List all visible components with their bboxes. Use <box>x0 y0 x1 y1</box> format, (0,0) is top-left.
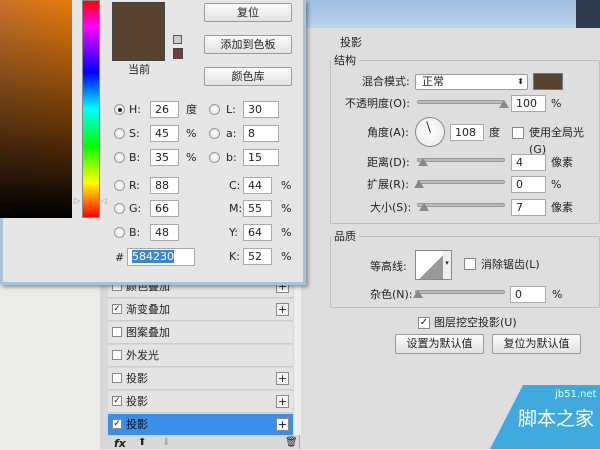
field-b[interactable]: 15 <box>243 149 279 166</box>
radio-Bv[interactable] <box>114 152 125 163</box>
add-effect-icon[interactable]: + <box>276 303 289 316</box>
field-G[interactable]: 66 <box>150 200 179 217</box>
distance-slider[interactable] <box>417 158 505 162</box>
radio-a[interactable] <box>209 128 220 139</box>
effect-item[interactable]: ✓ 投影 + <box>108 414 293 436</box>
distance-input[interactable]: 4 <box>511 154 546 171</box>
color-libraries-button[interactable]: 颜色库 <box>204 67 292 86</box>
opacity-slider-thumb[interactable] <box>499 100 509 108</box>
field-H[interactable]: 26 <box>150 101 179 118</box>
spread-slider-thumb[interactable] <box>414 180 424 188</box>
radio-H[interactable] <box>114 104 125 115</box>
effect-item[interactable]: 外发光 <box>108 345 293 367</box>
effect-checkbox[interactable] <box>112 373 122 383</box>
field-K[interactable]: 52 <box>243 248 272 265</box>
field-M[interactable]: 55 <box>243 200 272 217</box>
effect-checkbox[interactable] <box>112 327 122 337</box>
reset-button[interactable]: 复位 <box>204 3 292 22</box>
field-S[interactable]: 45 <box>150 125 179 142</box>
field-C[interactable]: 44 <box>243 177 272 194</box>
add-effect-icon[interactable]: + <box>276 395 289 408</box>
effect-checkbox[interactable] <box>112 350 122 360</box>
web-color-swatch[interactable] <box>173 48 183 59</box>
effect-checkbox[interactable]: ✓ <box>112 396 122 406</box>
title-bar <box>300 0 600 28</box>
size-input[interactable]: 7 <box>511 199 546 216</box>
effect-item[interactable]: 投影 + <box>108 368 293 390</box>
opacity-input[interactable]: 100 <box>511 95 546 112</box>
move-up-icon[interactable]: ⬆ <box>138 437 146 448</box>
blend-mode-select[interactable]: 正常 ⬍ <box>415 74 528 90</box>
angle-input[interactable]: 108 <box>450 124 484 141</box>
color-field[interactable] <box>0 0 72 218</box>
field-L[interactable]: 30 <box>243 101 279 118</box>
radio-b[interactable] <box>209 152 220 163</box>
add-effect-icon[interactable]: + <box>276 372 289 385</box>
fx-button[interactable]: fx <box>114 437 126 450</box>
contour-picker[interactable]: ▾ <box>415 250 452 280</box>
current-label: 当前 <box>128 63 150 76</box>
trash-icon[interactable]: 🗑 <box>285 437 298 448</box>
radio-S[interactable] <box>114 128 125 139</box>
scrollbar[interactable] <box>294 285 301 435</box>
add-to-swatches-button[interactable]: 添加到色板 <box>204 35 292 54</box>
spread-input[interactable]: 0 <box>511 176 546 193</box>
radio-R[interactable] <box>114 180 125 191</box>
global-light-checkbox[interactable] <box>512 127 524 139</box>
effect-item[interactable]: 图案叠加 <box>108 322 293 344</box>
hex-input[interactable]: 584230 <box>127 248 195 266</box>
field-R[interactable]: 88 <box>150 177 179 194</box>
make-default-button[interactable]: 设置为默认值 <box>395 334 484 354</box>
size-slider[interactable] <box>417 203 505 207</box>
angle-dial[interactable] <box>415 117 445 147</box>
noise-slider[interactable] <box>415 290 505 294</box>
hue-slider-arrow-left[interactable]: ▷ <box>74 196 80 205</box>
distance-slider-thumb[interactable] <box>418 158 428 166</box>
effect-checkbox[interactable]: ✓ <box>112 419 122 429</box>
anti-alias-checkbox[interactable] <box>464 258 476 270</box>
shadow-color-swatch[interactable] <box>533 73 563 90</box>
current-color-swatch <box>112 2 165 61</box>
hue-slider[interactable] <box>82 0 100 218</box>
field-Bv[interactable]: 35 <box>150 149 179 166</box>
effect-item[interactable]: ✓ 投影 + <box>108 391 293 413</box>
radio-B[interactable] <box>114 227 125 238</box>
chevron-updown-icon: ⬍ <box>517 77 524 86</box>
radio-L[interactable] <box>209 104 220 115</box>
reset-default-button[interactable]: 复位为默认值 <box>492 334 581 354</box>
field-Y[interactable]: 64 <box>243 224 272 241</box>
size-slider-thumb[interactable] <box>419 203 429 211</box>
chevron-down-icon: ▾ <box>443 251 451 279</box>
knockout-checkbox[interactable]: ✓ <box>418 317 430 329</box>
field-a[interactable]: 8 <box>243 125 279 142</box>
hue-slider-arrow-right[interactable]: ◁ <box>101 196 107 205</box>
move-down-icon[interactable]: ⬇ <box>162 437 170 448</box>
drop-shadow-title: 投影 <box>340 36 362 49</box>
field-B[interactable]: 48 <box>150 224 179 241</box>
effect-item[interactable]: ✓ 渐变叠加 + <box>108 299 293 321</box>
add-effect-icon[interactable]: + <box>276 418 289 431</box>
noise-slider-thumb[interactable] <box>413 290 423 298</box>
gamut-cube-icon[interactable] <box>173 35 182 44</box>
radio-G[interactable] <box>114 203 125 214</box>
noise-input[interactable]: 0 <box>510 286 546 303</box>
opacity-slider[interactable] <box>417 100 505 104</box>
spread-slider[interactable] <box>417 180 505 184</box>
effect-checkbox[interactable]: ✓ <box>112 304 122 314</box>
